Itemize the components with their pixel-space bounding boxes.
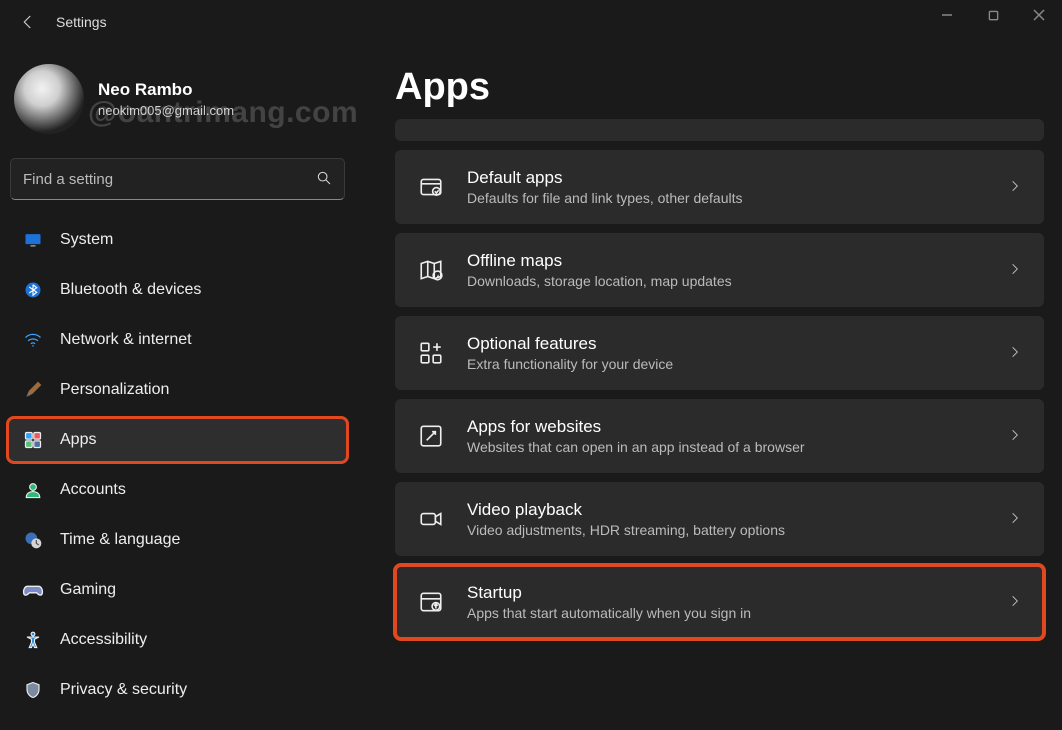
card-text: Startup Apps that start automatically wh… [467,583,986,621]
main-layout: Neo Rambo neokim005@gmail.com @oantriman… [0,44,1062,730]
wifi-icon [22,329,44,351]
map-icon [417,256,445,284]
sidebar-item-label: Time & language [60,531,180,549]
maximize-button[interactable] [970,0,1016,30]
sidebar-item-label: Network & internet [60,331,192,349]
sidebar-item-network[interactable]: Network & internet [8,318,347,362]
close-button[interactable] [1016,0,1062,30]
close-icon [1033,9,1045,21]
startup-icon [417,588,445,616]
back-button[interactable] [10,4,46,40]
card-peek[interactable] [395,119,1044,141]
clock-globe-icon [22,529,44,551]
sidebar-item-gaming[interactable]: Gaming [8,568,347,612]
card-text: Default apps Defaults for file and link … [467,168,986,206]
user-block[interactable]: Neo Rambo neokim005@gmail.com @oantriman… [8,56,347,152]
sidebar-item-system[interactable]: System [8,218,347,262]
sidebar-item-personalization[interactable]: Personalization [8,368,347,412]
chevron-right-icon [1008,345,1022,362]
chevron-right-icon [1008,262,1022,279]
video-icon [417,505,445,533]
sidebar-item-accounts[interactable]: Accounts [8,468,347,512]
sidebar-item-label: Accessibility [60,631,147,649]
search-icon [316,170,332,189]
card-offline-maps[interactable]: Offline maps Downloads, storage location… [395,233,1044,307]
sidebar-item-label: Privacy & security [60,681,187,699]
user-info: Neo Rambo neokim005@gmail.com [98,79,234,119]
card-sub: Defaults for file and link types, other … [467,190,986,206]
chevron-right-icon [1008,428,1022,445]
nav-list: System Bluetooth & devices Network & int… [8,214,347,716]
minimize-icon [941,9,953,21]
user-email: neokim005@gmail.com [98,102,234,120]
content-area: Apps Default apps Defaults for file and … [355,44,1062,730]
page-title: Apps [395,66,1044,109]
window-controls [924,0,1062,30]
sidebar-item-label: Apps [60,431,96,449]
default-apps-icon [417,173,445,201]
card-sub: Video adjustments, HDR streaming, batter… [467,522,986,538]
sidebar-item-label: Gaming [60,581,116,599]
sidebar-item-accessibility[interactable]: Accessibility [8,618,347,662]
sidebar-item-apps[interactable]: Apps [8,418,347,462]
shield-icon [22,679,44,701]
minimize-button[interactable] [924,0,970,30]
card-video-playback[interactable]: Video playback Video adjustments, HDR st… [395,482,1044,556]
search-box[interactable] [10,158,345,200]
sidebar-item-privacy[interactable]: Privacy & security [8,668,347,712]
gamepad-icon [22,579,44,601]
title-bar: Settings [0,0,1062,44]
sidebar-item-label: Personalization [60,381,169,399]
avatar [14,64,84,134]
maximize-icon [988,10,999,21]
card-text: Apps for websites Websites that can open… [467,417,986,455]
user-name: Neo Rambo [98,79,234,102]
chevron-right-icon [1008,179,1022,196]
card-sub: Extra functionality for your device [467,356,986,372]
person-icon [22,479,44,501]
bluetooth-icon [22,279,44,301]
card-sub: Apps that start automatically when you s… [467,605,986,621]
card-sub: Downloads, storage location, map updates [467,273,986,289]
card-title: Optional features [467,334,986,354]
app-link-icon [417,422,445,450]
card-optional-features[interactable]: Optional features Extra functionality fo… [395,316,1044,390]
grid-plus-icon [417,339,445,367]
card-default-apps[interactable]: Default apps Defaults for file and link … [395,150,1044,224]
sidebar-item-label: System [60,231,113,249]
sidebar-item-label: Accounts [60,481,126,499]
arrow-left-icon [19,13,37,31]
card-apps-websites[interactable]: Apps for websites Websites that can open… [395,399,1044,473]
accessibility-icon [22,629,44,651]
card-startup[interactable]: Startup Apps that start automatically wh… [395,565,1044,639]
window-title: Settings [56,14,107,30]
card-title: Video playback [467,500,986,520]
card-text: Video playback Video adjustments, HDR st… [467,500,986,538]
card-list: Default apps Defaults for file and link … [395,119,1044,639]
sidebar: Neo Rambo neokim005@gmail.com @oantriman… [0,44,355,730]
card-title: Startup [467,583,986,603]
card-sub: Websites that can open in an app instead… [467,439,986,455]
card-title: Apps for websites [467,417,986,437]
card-text: Optional features Extra functionality fo… [467,334,986,372]
paintbrush-icon [22,379,44,401]
apps-icon [22,429,44,451]
sidebar-item-time[interactable]: Time & language [8,518,347,562]
sidebar-item-label: Bluetooth & devices [60,281,201,299]
card-title: Default apps [467,168,986,188]
chevron-right-icon [1008,594,1022,611]
card-text: Offline maps Downloads, storage location… [467,251,986,289]
chevron-right-icon [1008,511,1022,528]
card-title: Offline maps [467,251,986,271]
monitor-icon [22,229,44,251]
search-input[interactable] [23,171,316,188]
sidebar-item-bluetooth[interactable]: Bluetooth & devices [8,268,347,312]
